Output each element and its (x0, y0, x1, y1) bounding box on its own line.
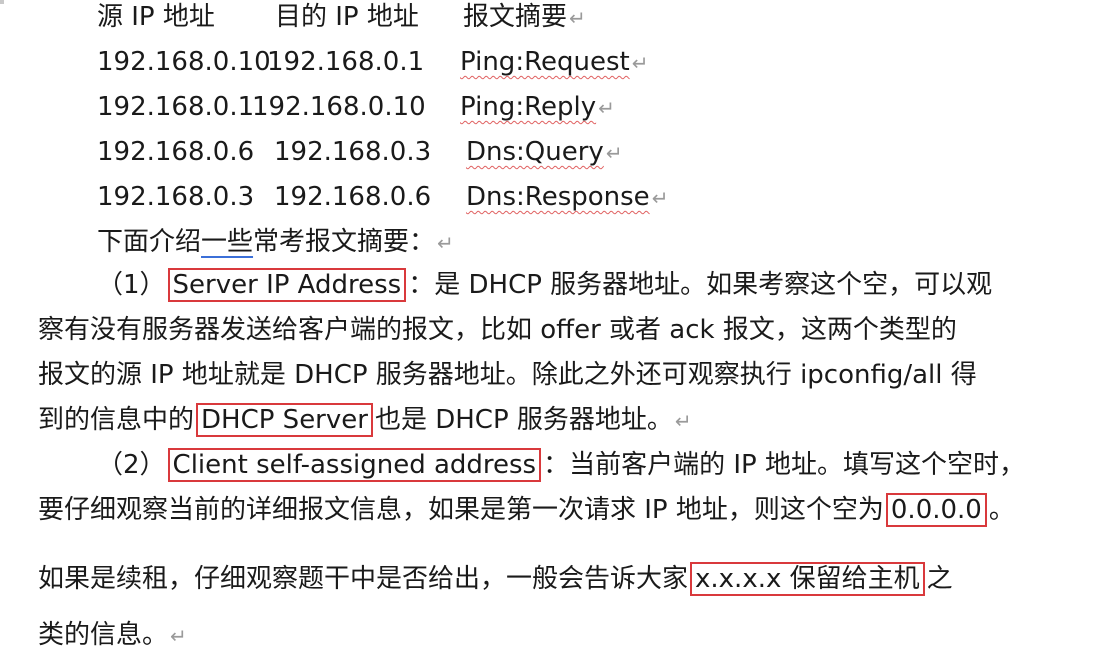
term-client-self-assigned-address: Client self-assigned address (167, 448, 542, 482)
return-mark: ↵ (674, 409, 692, 433)
header-summary: 报文摘要 ↵ (463, 2, 586, 32)
row-summary: Ping:Reply ↵ (460, 92, 615, 122)
return-mark: ↵ (170, 624, 187, 648)
corner-mark (0, 0, 4, 4)
header-dest-ip: 目的 IP 地址 (275, 2, 419, 32)
item2-line2: 要仔细观察当前的详细报文信息，如果是第一次请求 IP 地址，则这个空为 0.0.0… (38, 493, 1015, 527)
row-summary: Ping:Request ↵ (460, 47, 649, 77)
row-summary: Dns:Response ↵ (466, 182, 669, 212)
item2-line4: 类的信息。 ↵ (38, 620, 187, 650)
term-zero-address: 0.0.0.0 (885, 493, 987, 527)
return-mark: ↵ (605, 141, 623, 165)
row-dest-ip: 192.168.0.3 (274, 137, 432, 167)
row-source-ip: 192.168.0.3 (97, 182, 255, 212)
row-dest-ip: 192.168.0.10 (252, 92, 426, 122)
item1-line2: 察有没有服务器发送给客户端的报文，比如 offer 或者 ack 报文，这两个类… (38, 315, 957, 345)
term-dhcp-server: DHCP Server (196, 403, 373, 437)
return-mark: ↵ (651, 186, 669, 210)
return-mark: ↵ (598, 96, 615, 120)
row-source-ip: 192.168.0.6 (97, 137, 255, 167)
term-server-ip-address: Server IP Address (167, 268, 407, 302)
row-source-ip: 192.168.0.10 (97, 47, 271, 77)
item1-line3: 报文的源 IP 地址就是 DHCP 服务器地址。除此之外还可观察执行 ipcon… (38, 360, 977, 390)
return-mark: ↵ (437, 231, 454, 255)
intro-paragraph: 下面介绍一些常考报文摘要： ↵ (97, 227, 454, 257)
header-source-ip: 源 IP 地址 (97, 2, 215, 32)
row-source-ip: 192.168.0.1 (97, 92, 255, 122)
row-summary: Dns:Query ↵ (466, 137, 623, 167)
return-mark: ↵ (569, 6, 586, 30)
return-mark: ↵ (631, 51, 649, 75)
item2-line1: （2） Client self-assigned address ：当前客户端的 I… (97, 448, 1025, 482)
item2-line3: 如果是续租，仔细观察题干中是否给出，一般会告诉大家 x.x.x.x 保留给主机之 (38, 562, 953, 596)
item1-line4: 到的信息中的 DHCP Server 也是 DHCP 服务器地址。 ↵ (38, 403, 692, 437)
row-dest-ip: 192.168.0.6 (274, 182, 432, 212)
item1-line1: （1） Server IP Address ：是 DHCP 服务器地址。如果考察这个… (97, 268, 993, 302)
row-dest-ip: 192.168.0.1 (267, 47, 425, 77)
term-reserved-host: x.x.x.x 保留给主机 (690, 562, 925, 596)
